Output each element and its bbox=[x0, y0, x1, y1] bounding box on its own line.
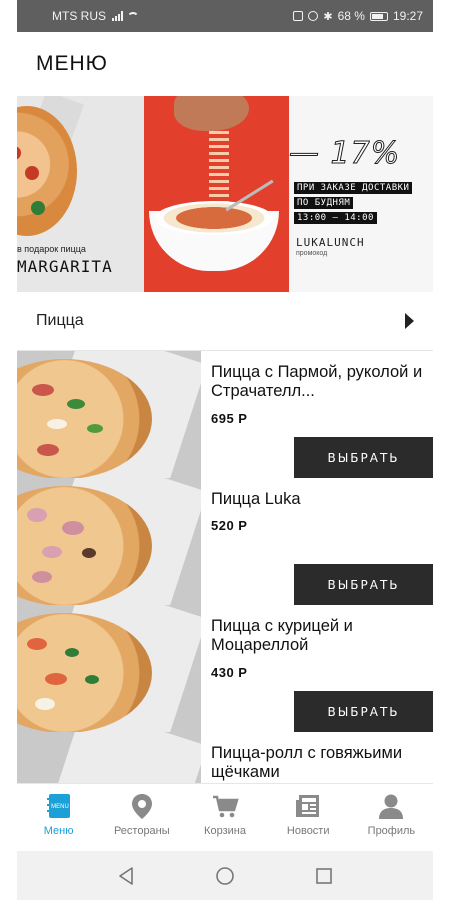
location-pin-icon bbox=[131, 794, 152, 819]
app-screen: МЕНЮ в подарок пицца MARGARITA — 17% ПРИ… bbox=[17, 32, 433, 900]
product-name: Пицца Luka bbox=[211, 490, 301, 508]
product-image bbox=[17, 478, 201, 605]
banner-promo-code: LUKALUNCH bbox=[296, 236, 365, 249]
cart-icon bbox=[213, 795, 239, 818]
select-button[interactable]: ВЫБРАТЬ bbox=[294, 437, 433, 478]
product-name: Пицца с Пармой, руколой и Страчателл... bbox=[211, 363, 423, 400]
product-price: 430 Р bbox=[211, 665, 248, 680]
category-label: Пицца bbox=[36, 312, 84, 329]
signal-icon bbox=[112, 11, 123, 21]
alarm-icon bbox=[308, 11, 319, 21]
banner-line-2: ПО БУДНЯМ bbox=[294, 197, 354, 209]
tab-label: Корзина bbox=[204, 825, 246, 837]
product-list[interactable]: Пицца с Пармой, руколой и Страчателл... … bbox=[17, 351, 433, 783]
newspaper-icon bbox=[296, 795, 320, 817]
recents-icon[interactable] bbox=[315, 867, 333, 885]
wifi-icon bbox=[127, 11, 139, 21]
tab-menu[interactable]: MENU Меню bbox=[17, 784, 100, 851]
banner-gift-text: в подарок пицца bbox=[17, 244, 86, 254]
product-card[interactable]: Пицца с курицей и Моцареллой 430 Р ВЫБРА… bbox=[17, 605, 433, 732]
product-name: Пицца-ролл с говяжьими щёчками bbox=[211, 744, 403, 781]
banner-bowl-image bbox=[149, 201, 279, 271]
menu-icon-badge: MENU bbox=[51, 804, 69, 810]
user-icon bbox=[379, 794, 404, 819]
tab-label: Новости bbox=[286, 825, 330, 837]
select-button[interactable]: ВЫБРАТЬ bbox=[294, 691, 433, 732]
product-price: 695 Р bbox=[211, 411, 248, 426]
bluetooth-icon: ✱ bbox=[323, 10, 333, 23]
product-card[interactable]: Пицца-ролл с говяжьими щёчками bbox=[17, 732, 433, 783]
system-nav-bar bbox=[17, 851, 433, 900]
bottom-tab-bar: MENU Меню Рестораны Корзина Новости Проф… bbox=[17, 783, 433, 851]
chevron-right-icon bbox=[405, 313, 414, 329]
banner-promo-label: промокод bbox=[296, 250, 328, 257]
category-row[interactable]: Пицца bbox=[17, 292, 433, 351]
nfc-icon bbox=[293, 11, 304, 21]
product-price: 520 Р bbox=[211, 518, 248, 533]
banner-hand-image bbox=[174, 96, 249, 131]
tab-label: Профиль bbox=[367, 825, 416, 837]
home-icon[interactable] bbox=[215, 866, 235, 886]
banner-cheese-image bbox=[209, 131, 229, 211]
tab-label: Рестораны bbox=[113, 825, 170, 837]
select-button[interactable]: ВЫБРАТЬ bbox=[294, 564, 433, 605]
product-image bbox=[17, 732, 201, 783]
carrier-name: MTS RUS bbox=[52, 9, 106, 23]
product-image bbox=[17, 605, 201, 732]
product-name: Пицца с курицей и Моцареллой bbox=[211, 617, 353, 654]
banner-line-3: 13:00 — 14:00 bbox=[294, 212, 377, 224]
banner-pasta-image bbox=[144, 96, 289, 292]
product-card[interactable]: Пицца с Пармой, руколой и Страчателл... … bbox=[17, 351, 433, 478]
banner-gift-name: MARGARITA bbox=[17, 257, 113, 276]
tab-profile[interactable]: Профиль bbox=[350, 784, 433, 851]
banner-discount: — 17% bbox=[288, 136, 401, 172]
battery-percent: 68 % bbox=[337, 9, 365, 23]
back-icon[interactable] bbox=[117, 866, 135, 886]
tab-news[interactable]: Новости bbox=[267, 784, 350, 851]
clock: 19:27 bbox=[392, 9, 423, 23]
menu-book-icon: MENU bbox=[46, 794, 70, 818]
promo-banner[interactable]: в подарок пицца MARGARITA — 17% ПРИ ЗАКА… bbox=[17, 96, 433, 292]
status-bar: MTS RUS ✱ 68 % 19:27 bbox=[17, 0, 433, 32]
banner-line-1: ПРИ ЗАКАЗЕ ДОСТАВКИ bbox=[294, 182, 413, 194]
product-card[interactable]: Пицца Luka 520 Р ВЫБРАТЬ bbox=[17, 478, 433, 605]
page-title: МЕНЮ bbox=[36, 52, 108, 75]
tab-restaurants[interactable]: Рестораны bbox=[100, 784, 183, 851]
tab-label: Меню bbox=[43, 825, 74, 837]
battery-icon bbox=[369, 11, 388, 21]
product-image bbox=[17, 351, 201, 478]
banner-promo-panel: — 17% ПРИ ЗАКАЗЕ ДОСТАВКИ ПО БУДНЯМ 13:0… bbox=[288, 96, 433, 292]
banner-margarita-panel: в подарок пицца MARGARITA bbox=[17, 96, 144, 292]
tab-cart[interactable]: Корзина bbox=[183, 784, 266, 851]
